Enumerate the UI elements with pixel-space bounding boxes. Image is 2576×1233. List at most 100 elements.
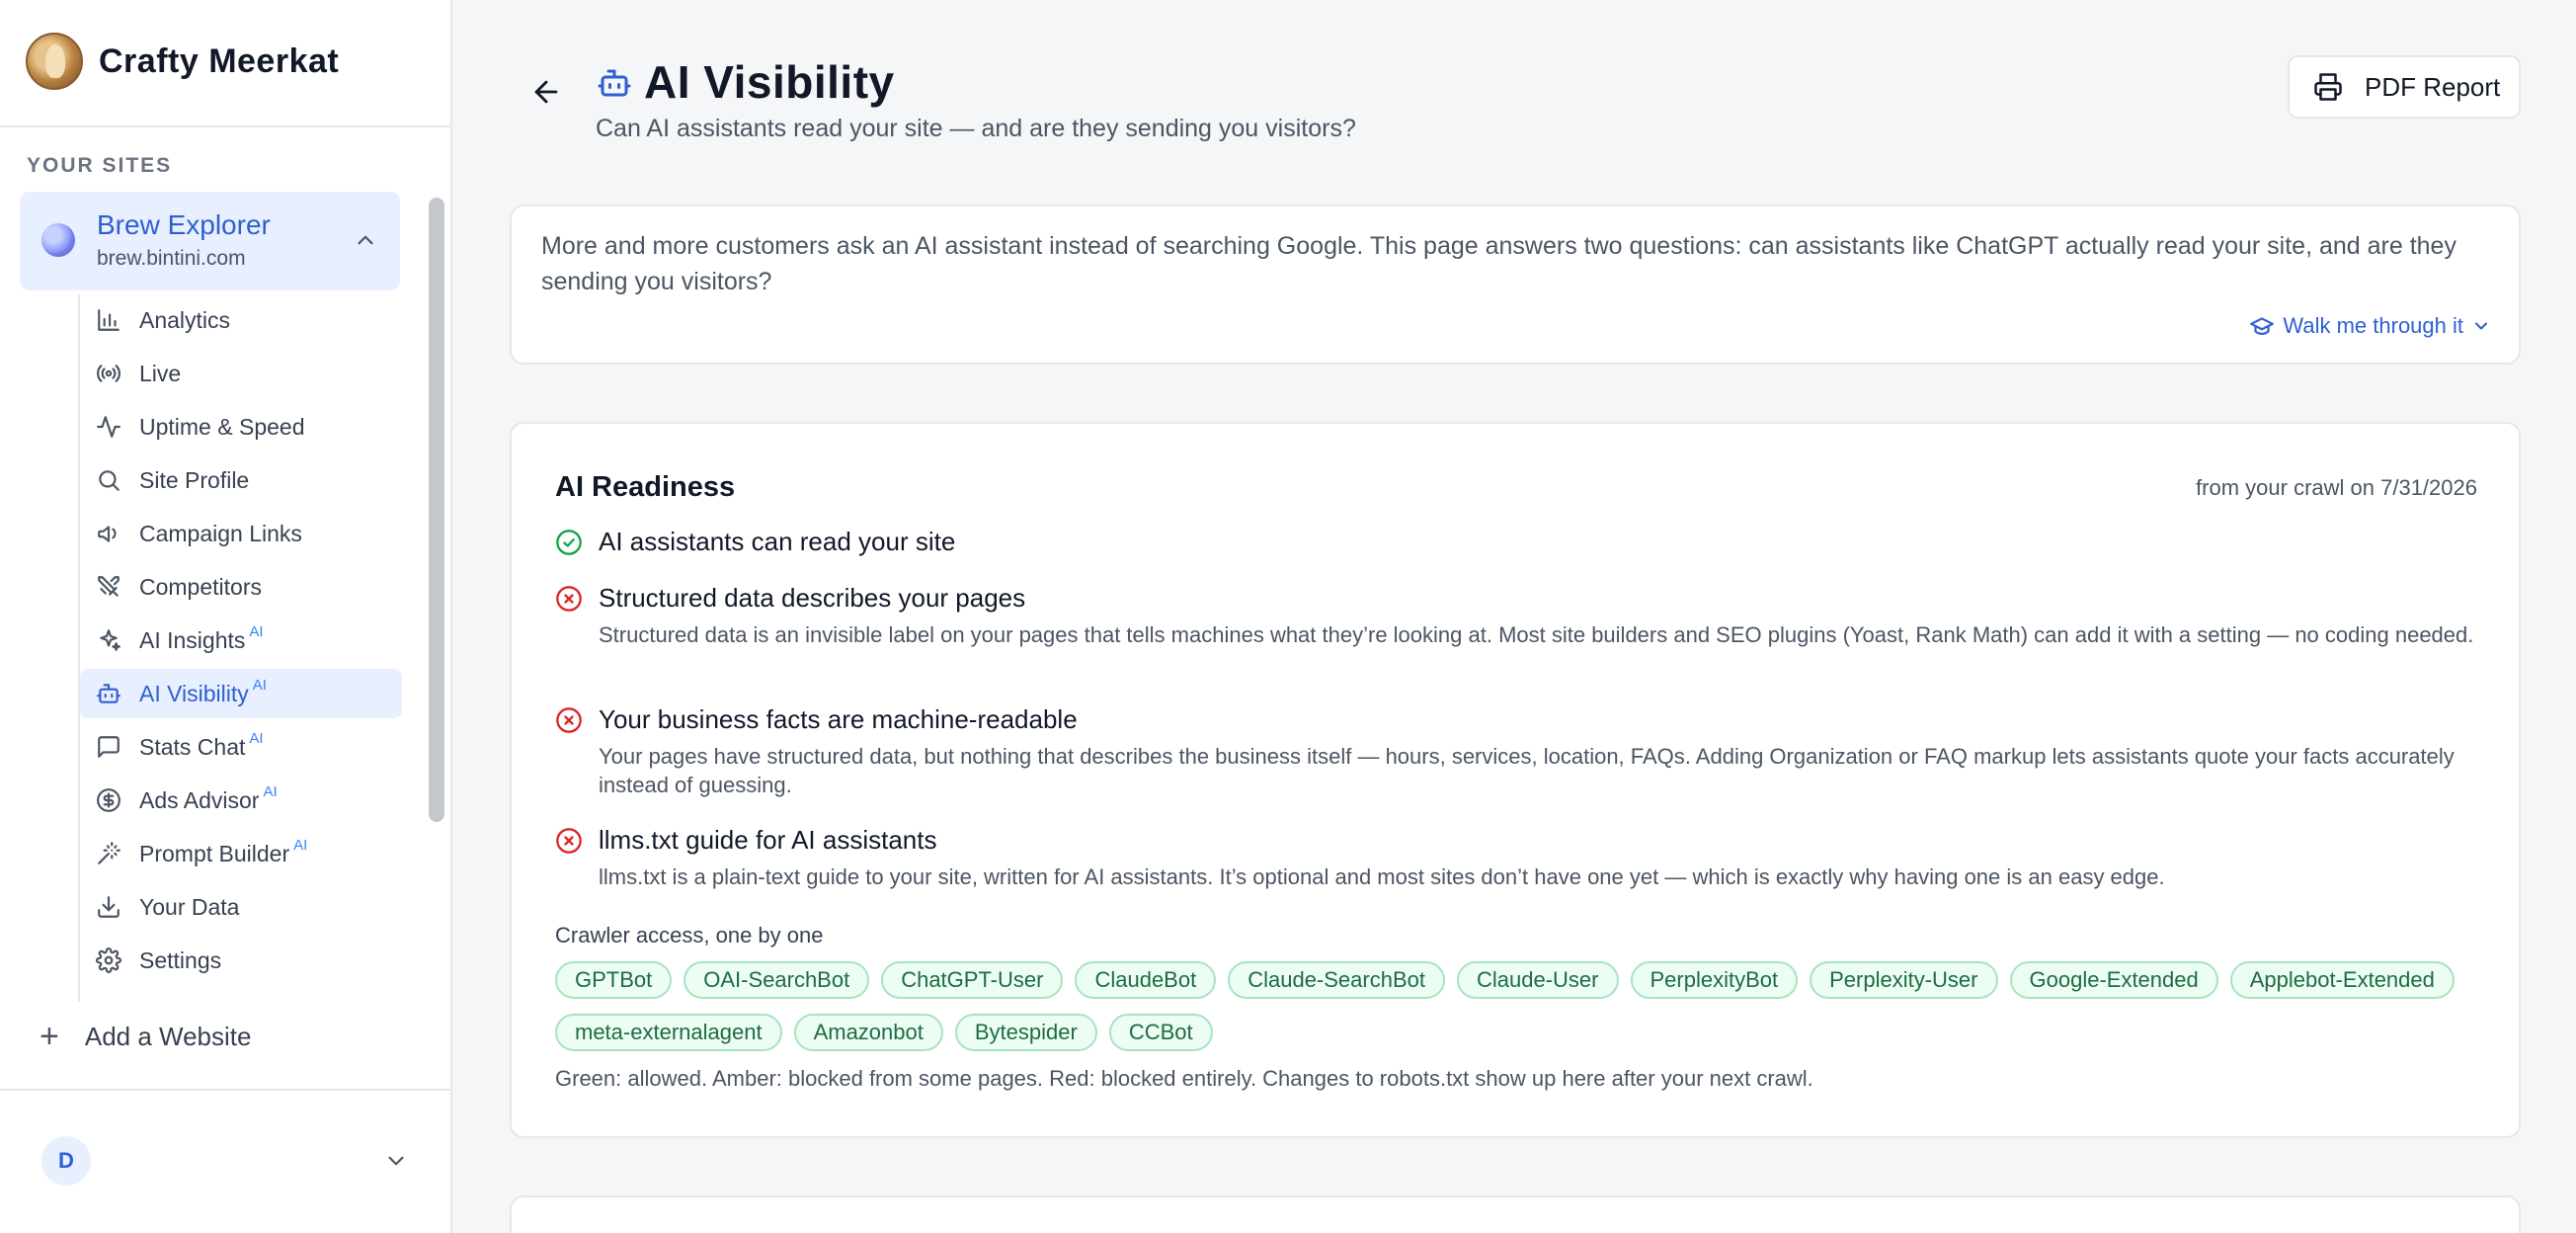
site-name: Brew Explorer — [97, 209, 271, 240]
search-icon — [96, 467, 121, 493]
sidebar-item-label: Site Profile — [139, 466, 250, 493]
site-nav: Analytics Live Uptime & Speed Site Profile C… — [78, 294, 402, 1002]
pdf-report-button[interactable]: PDF Report — [2288, 55, 2521, 119]
sidebar-item-your-data[interactable]: Your Data — [80, 882, 402, 932]
globe-icon — [41, 223, 75, 257]
walk-me-through-button[interactable]: Walk me through it — [2249, 313, 2491, 339]
sidebar-item-ai-visibility[interactable]: AI Visibility AI — [80, 669, 402, 718]
ai-badge: AI — [249, 729, 264, 747]
chevron-down-icon — [2474, 322, 2488, 330]
check-title: AI assistants can read your site — [599, 527, 956, 556]
sidebar-item-label: Your Data — [139, 893, 240, 920]
intro-card: More and more customers ask an AI assist… — [510, 205, 2521, 365]
crawler-access-label: Crawler access, one by one — [555, 923, 824, 947]
crawler-chip: ChatGPT-User — [881, 961, 1064, 999]
sidebar-item-label: Prompt Builder — [139, 840, 290, 866]
check-title: Your business facts are machine-readable — [599, 704, 1078, 734]
back-arrow-icon[interactable] — [529, 75, 563, 109]
crawler-chip: Amazonbot — [793, 1014, 943, 1051]
sidebar-item-label: Settings — [139, 946, 222, 973]
crawler-chip: Claude-User — [1457, 961, 1619, 999]
sidebar-item-prompt-builder[interactable]: Prompt Builder AI — [80, 829, 402, 878]
x-circle-icon — [556, 828, 582, 854]
add-website-button[interactable]: + Add a Website — [40, 1018, 251, 1056]
brand-name: Crafty Meerkat — [99, 41, 340, 80]
chevron-down-icon[interactable] — [383, 1148, 409, 1174]
download-icon — [96, 894, 121, 920]
wand-icon — [96, 841, 121, 866]
x-circle-icon — [556, 586, 582, 612]
pdf-report-label: PDF Report — [2365, 71, 2501, 102]
sidebar-item-live[interactable]: Live — [80, 349, 402, 398]
gear-icon — [96, 947, 121, 973]
site-url: brew.bintini.com — [97, 247, 246, 270]
crawler-chip: OAI-SearchBot — [684, 961, 870, 999]
crawler-chip: Applebot-Extended — [2229, 961, 2455, 999]
crawler-chip: Claude-SearchBot — [1228, 961, 1445, 999]
sidebar-item-label: AI Insights — [139, 626, 246, 653]
sidebar-scrollbar-thumb[interactable] — [429, 198, 444, 822]
crawler-chip: meta-externalagent — [555, 1014, 782, 1051]
plus-icon: + — [40, 1018, 59, 1055]
page-subtitle: Can AI assistants read your site — and a… — [596, 115, 1356, 142]
sidebar-item-settings[interactable]: Settings — [80, 936, 402, 985]
sparkles-icon — [96, 627, 121, 653]
bot-icon — [96, 681, 121, 706]
check-description: llms.txt is a plain-text guide to your s… — [599, 864, 2165, 889]
crawler-chips: GPTBot OAI-SearchBot ChatGPT-User ClaudeBot… — [555, 961, 2491, 1051]
sidebar-item-site-profile[interactable]: Site Profile — [80, 455, 402, 505]
sidebar-item-uptime-speed[interactable]: Uptime & Speed — [80, 402, 402, 452]
next-card — [510, 1195, 2521, 1233]
sidebar-item-stats-chat[interactable]: Stats Chat AI — [80, 722, 402, 772]
readiness-title: AI Readiness — [555, 471, 736, 503]
megaphone-icon — [96, 521, 121, 546]
user-avatar[interactable]: D — [41, 1136, 91, 1186]
check-title: Structured data describes your pages — [599, 583, 1026, 613]
crawler-chip: PerplexityBot — [1630, 961, 1799, 999]
sidebar-item-ai-insights[interactable]: AI Insights AI — [80, 616, 402, 665]
chat-icon — [96, 734, 121, 760]
ai-badge: AI — [293, 836, 308, 854]
sidebar-divider-bottom — [0, 1089, 450, 1091]
bot-icon — [598, 69, 631, 97]
crawl-date: from your crawl on 7/31/2026 — [2196, 475, 2477, 500]
bar-chart-icon — [96, 307, 121, 333]
sidebar-item-label: Campaign Links — [139, 520, 302, 546]
site-selector[interactable]: Brew Explorer brew.bintini.com — [20, 192, 400, 290]
page-title: AI Visibility — [644, 56, 895, 108]
crawler-chip: ClaudeBot — [1075, 961, 1217, 999]
broadcast-icon — [96, 361, 121, 386]
sidebar: Crafty Meerkat YOUR SITES Brew Explorer … — [0, 0, 452, 1233]
walk-label: Walk me through it — [2283, 313, 2463, 338]
ai-badge: AI — [249, 622, 264, 640]
sidebar-item-label: Stats Chat — [139, 733, 246, 760]
intro-text: More and more customers ask an AI assist… — [541, 232, 2456, 295]
crawler-legend-note: Green: allowed. Amber: blocked from some… — [555, 1066, 1813, 1091]
sidebar-item-analytics[interactable]: Analytics — [80, 295, 402, 345]
crawler-chip: Bytespider — [954, 1014, 1097, 1051]
crawler-chip: CCBot — [1108, 1014, 1213, 1051]
brand[interactable]: Crafty Meerkat — [26, 32, 339, 91]
activity-icon — [96, 414, 121, 440]
add-website-label: Add a Website — [84, 1022, 252, 1051]
ai-badge: AI — [263, 782, 278, 800]
printer-icon — [2314, 73, 2342, 101]
sidebar-item-competitors[interactable]: Competitors — [80, 562, 402, 612]
sites-section-label: YOUR SITES — [27, 154, 173, 177]
check-description: Your pages have structured data, but not… — [599, 744, 2455, 797]
check-circle-icon — [556, 530, 582, 555]
crawler-chip: Google-Extended — [2009, 961, 2218, 999]
sidebar-item-label: Analytics — [139, 306, 231, 333]
sidebar-divider — [0, 125, 450, 127]
sidebar-item-campaign-links[interactable]: Campaign Links — [80, 509, 402, 558]
sidebar-item-label: Live — [139, 360, 182, 386]
sidebar-item-ads-advisor[interactable]: Ads Advisor AI — [80, 776, 402, 825]
chevron-up-icon[interactable] — [353, 227, 378, 253]
dollar-icon — [96, 787, 121, 813]
check-description: Structured data is an invisible label on… — [599, 622, 2474, 647]
ai-readiness-card: AI Readiness from your crawl on 7/31/202… — [510, 422, 2521, 1138]
check-title: llms.txt guide for AI assistants — [599, 825, 937, 855]
crawler-chip: Perplexity-User — [1810, 961, 1998, 999]
sidebar-item-label: Ads Advisor — [139, 786, 260, 813]
crawler-chip: GPTBot — [555, 961, 673, 999]
